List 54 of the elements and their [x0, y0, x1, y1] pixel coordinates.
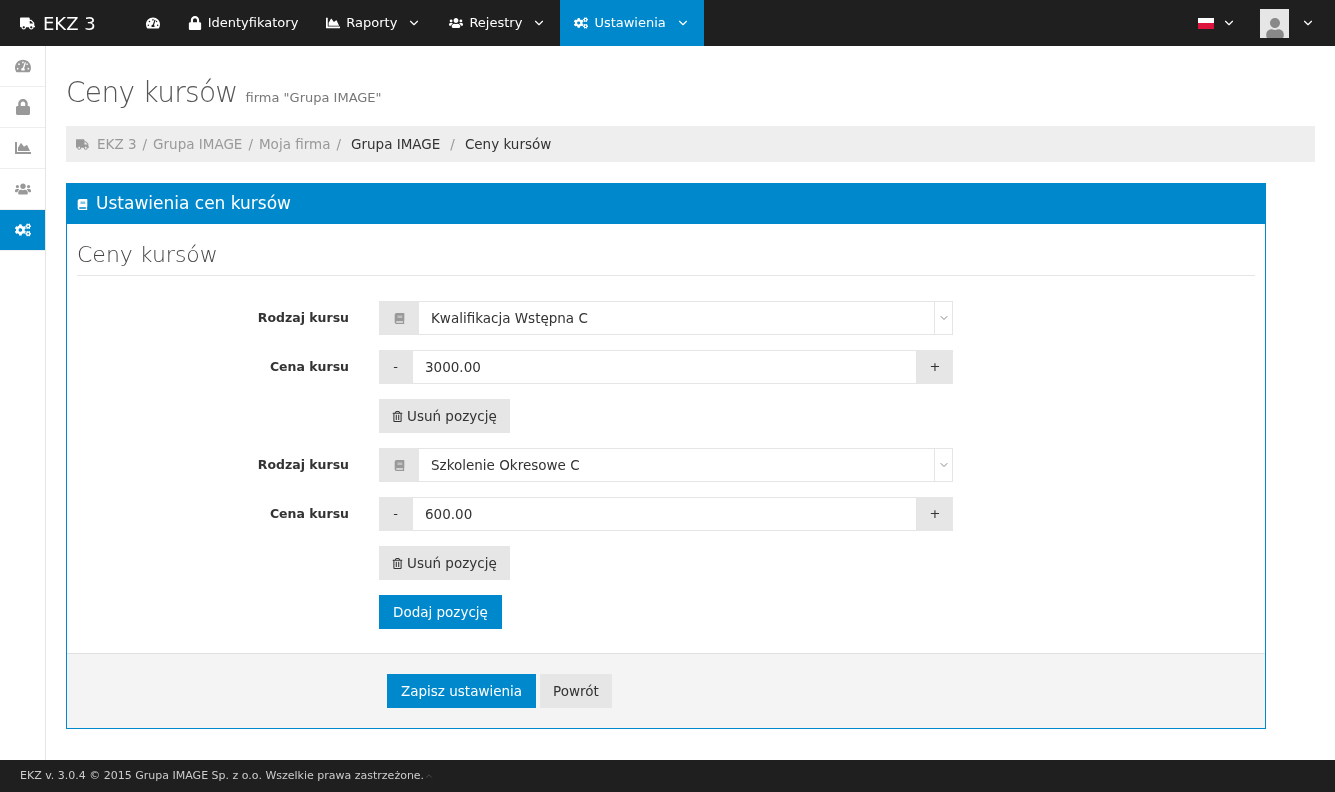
settings-icon	[574, 16, 589, 30]
save-button[interactable]: Zapisz ustawienia	[387, 674, 537, 708]
breadcrumb-separator: /	[335, 134, 342, 154]
truck-icon	[76, 137, 89, 151]
trash-icon	[392, 557, 403, 569]
remove-button[interactable]: Usuń pozycję	[379, 546, 510, 580]
breadcrumb-item[interactable]: Grupa IMAGE	[347, 133, 445, 155]
field-label: Cena kursu	[268, 504, 349, 523]
increment-button[interactable]: +	[917, 497, 953, 531]
price-input[interactable]: 3000.00	[412, 350, 917, 384]
breadcrumb-separator: /	[141, 134, 149, 154]
back-button[interactable]: Powrót	[540, 674, 612, 708]
course-type-select[interactable]: Kwalifikacja Wstępna C	[379, 301, 953, 335]
area-chart-icon	[326, 16, 341, 30]
brand-link[interactable]: EKZ 3	[0, 0, 116, 46]
nav-item[interactable]: Rejestry	[435, 0, 561, 46]
copyright-text: EKZ v. 3.0.4 © 2015 Grupa IMAGE Sp. z o.o. Wszelkie prawa zastrzeżone.	[20, 767, 425, 784]
book-icon	[77, 198, 88, 210]
decrement-button[interactable]: -	[379, 497, 412, 531]
flag-icon	[1198, 17, 1214, 29]
page-subtitle: firma "Grupa IMAGE"	[245, 89, 382, 107]
users-icon	[449, 16, 464, 30]
dashboard-icon	[145, 16, 160, 30]
field-label: Cena kursu	[268, 357, 349, 376]
field-label: Rodzaj kursu	[256, 455, 349, 474]
nav-item[interactable]: Ustawienia	[560, 0, 704, 46]
breadcrumb-separator: /	[247, 134, 254, 154]
book-icon	[394, 459, 405, 471]
course-type-select[interactable]: Szkolenie Okresowe C	[379, 448, 953, 482]
avatar-icon	[1260, 8, 1289, 38]
decrement-button[interactable]: -	[379, 350, 412, 384]
breadcrumb-separator: /	[449, 134, 456, 154]
add-button[interactable]: Dodaj pozycję	[379, 595, 502, 629]
section-title: Ceny kursów	[77, 238, 1255, 276]
field-label: Rodzaj kursu	[256, 308, 349, 327]
lock-icon	[14, 99, 31, 115]
nav-item[interactable]: Raporty	[312, 0, 436, 46]
users-icon	[14, 181, 31, 197]
book-icon	[394, 312, 405, 324]
sidebar-item[interactable]	[0, 210, 45, 251]
area-chart-icon	[14, 140, 31, 156]
nav-item[interactable]: Identyfikatory	[173, 0, 313, 46]
scroll-up-icon[interactable]	[424, 771, 435, 781]
lock-icon	[187, 16, 202, 30]
dashboard-icon	[14, 58, 31, 74]
page-title: Ceny kursów	[66, 75, 238, 111]
remove-button[interactable]: Usuń pozycję	[379, 399, 510, 433]
breadcrumb-item[interactable]: Ceny kursów	[460, 133, 556, 155]
truck-icon	[20, 15, 35, 31]
trash-icon	[392, 410, 403, 422]
increment-button[interactable]: +	[917, 350, 953, 384]
settings-icon	[14, 222, 31, 238]
price-input[interactable]: 600.00	[412, 497, 917, 531]
panel-title: Ustawienia cen kursów	[96, 192, 292, 216]
